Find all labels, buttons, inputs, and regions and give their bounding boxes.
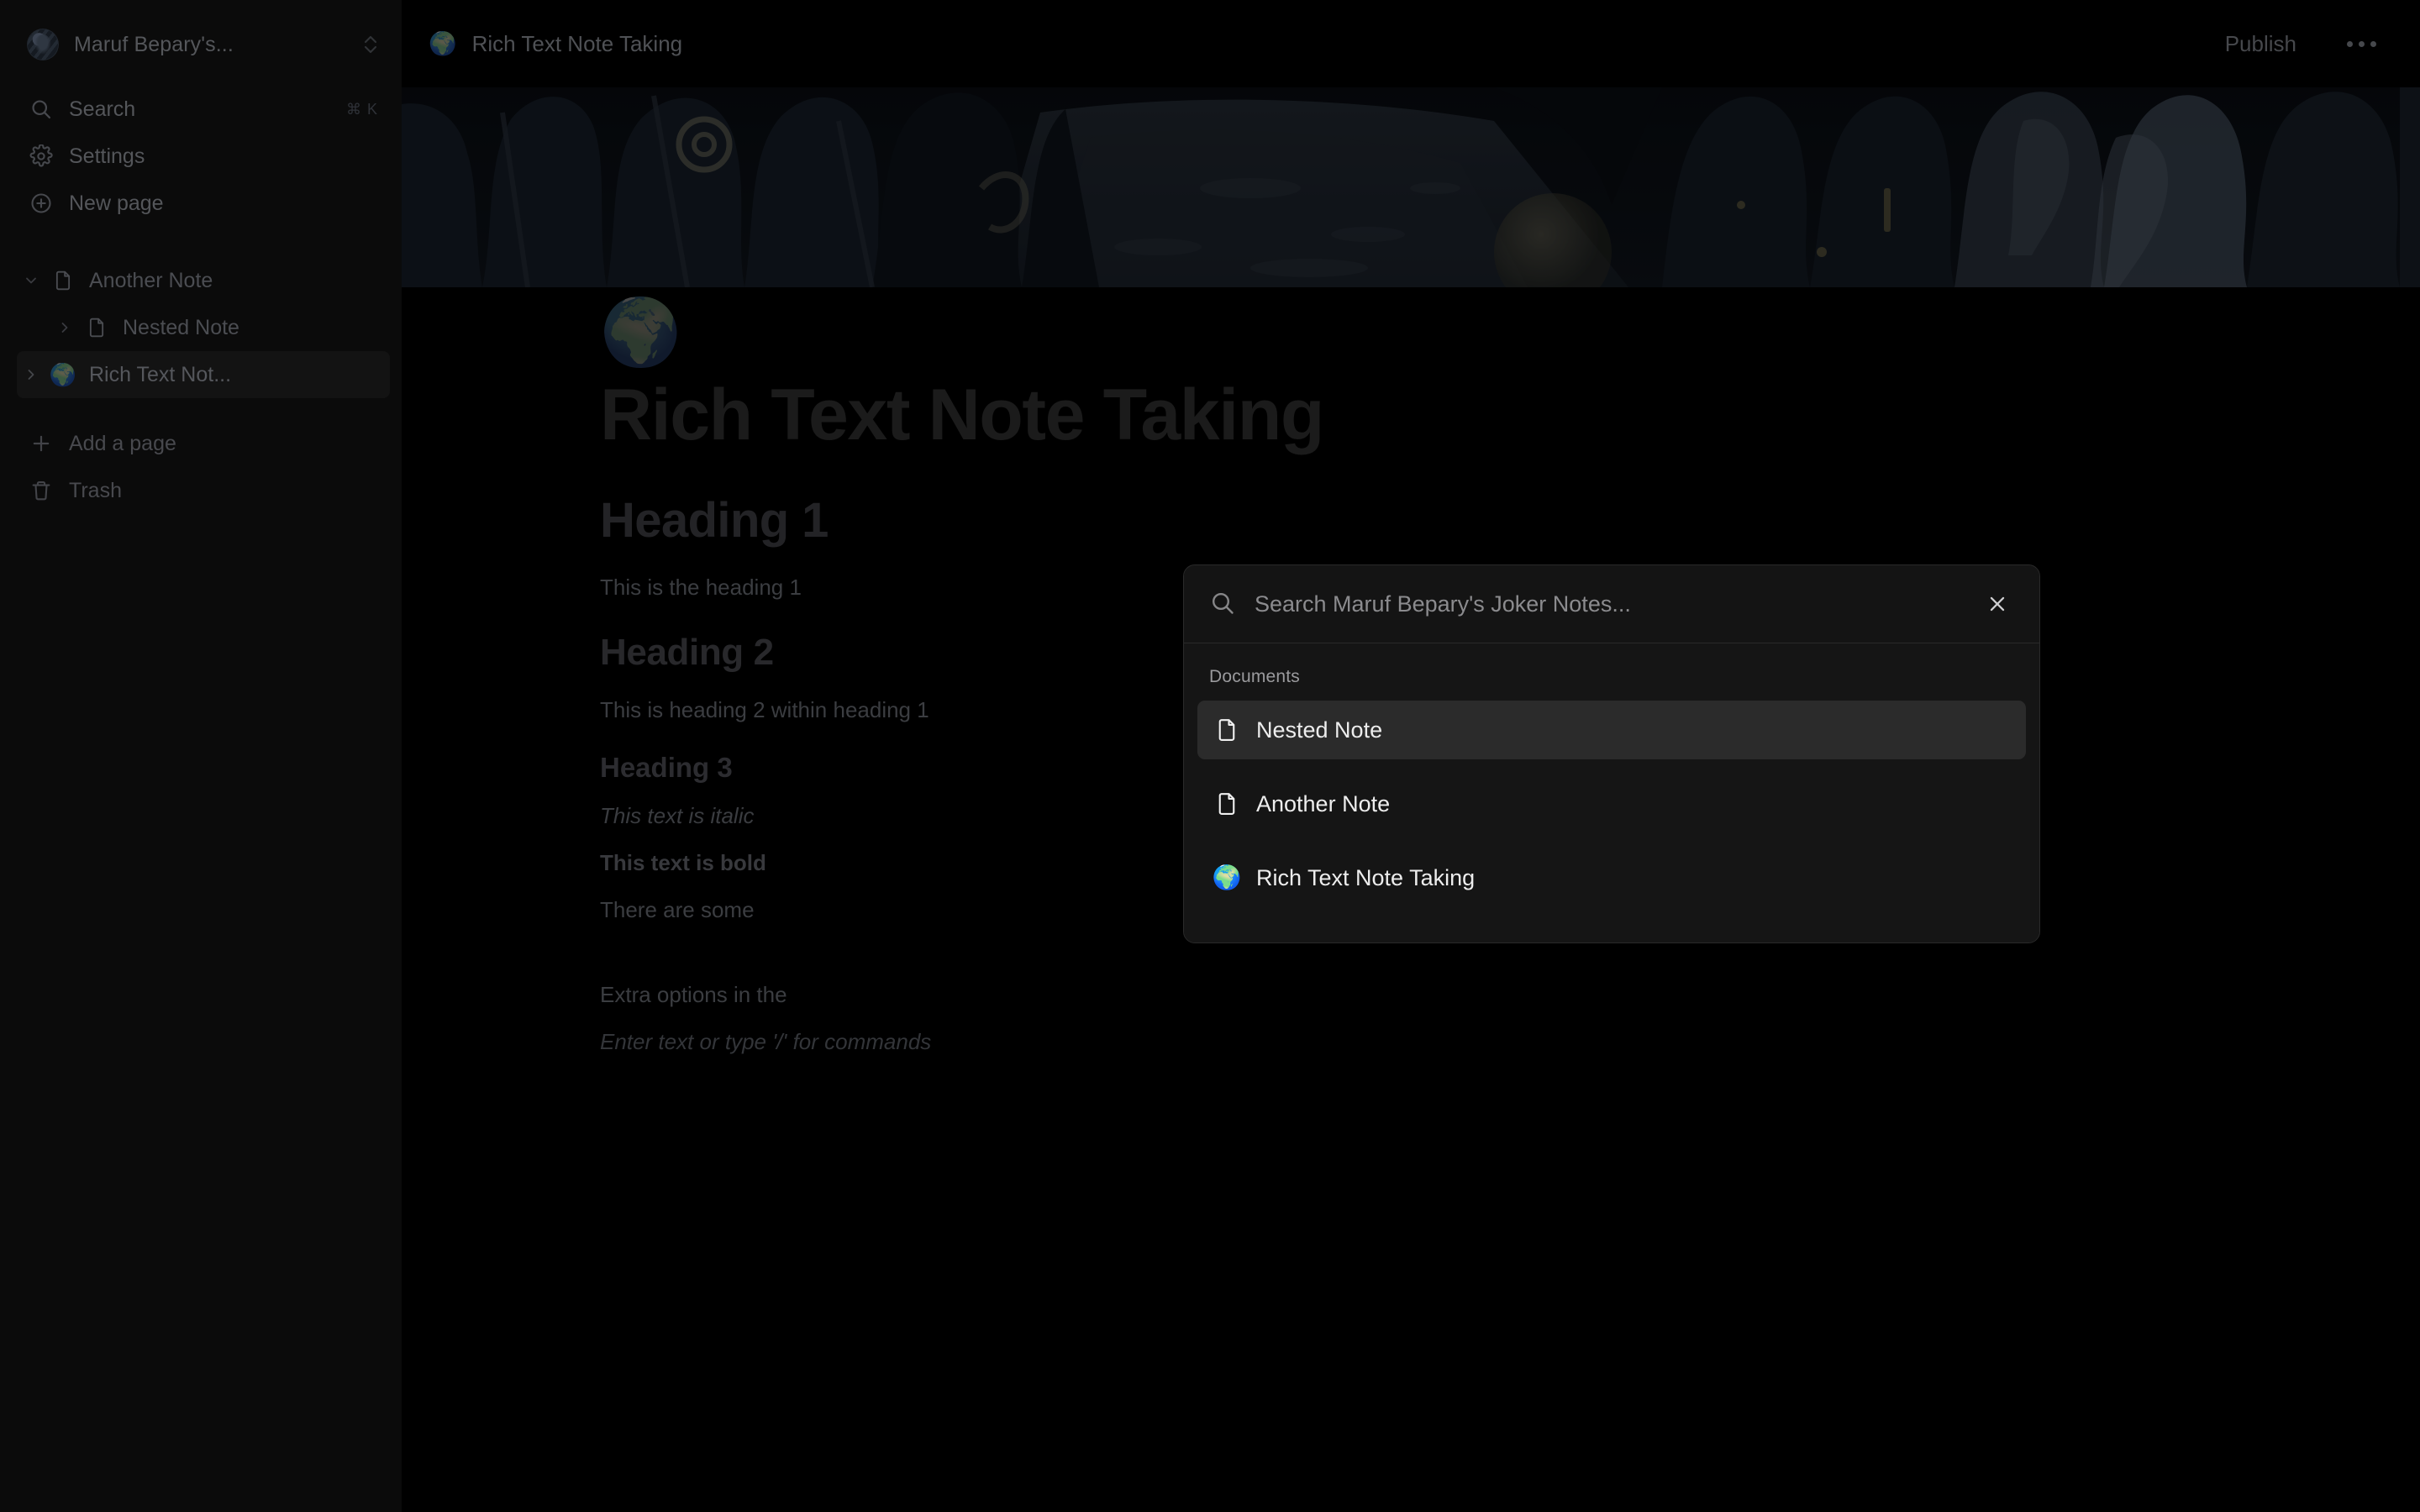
search-results: Documents Nested Note Another Note 🌍 Rich T… [1184, 643, 2039, 942]
sidebar-item-trash[interactable]: Trash [17, 467, 390, 514]
sidebar-item-rich-text-note[interactable]: 🌍 Rich Text Not... [17, 351, 390, 398]
sidebar-item-label: Add a page [69, 431, 176, 455]
sidebar-item-label: Another Note [89, 268, 213, 292]
gear-icon [27, 142, 55, 171]
sidebar-item-settings[interactable]: Settings [17, 133, 390, 180]
page-title[interactable]: Rich Text Note Taking [600, 376, 1709, 454]
sidebar-item-new-page[interactable]: New page [17, 180, 390, 227]
results-list: Nested Note Another Note 🌍 Rich Text Note T… [1197, 701, 2026, 907]
sidebar-item-search[interactable]: Search ⌘ K [17, 86, 390, 133]
file-icon [1213, 716, 1241, 744]
search-result-label: Another Note [1256, 790, 1391, 816]
file-icon [49, 266, 77, 295]
chevron-right-icon[interactable] [50, 313, 79, 342]
app-root: Maruf Bepary's... Search ⌘ K Settings Ne… [0, 0, 2420, 1512]
workspace-switcher[interactable]: Maruf Bepary's... [27, 18, 388, 71]
plus-icon [27, 429, 55, 458]
sidebar-item-label: Search [69, 97, 136, 121]
results-section-label: Documents [1209, 667, 1301, 686]
globe-emoji: 🌍 [49, 362, 77, 387]
chevron-up-down-icon[interactable] [361, 30, 380, 59]
globe-icon: 🌍 [1212, 864, 1242, 892]
sidebar-item-label: New page [69, 191, 164, 215]
globe-icon: 🌍 [49, 360, 77, 389]
page-tree: Another Note Nested Note 🌍 Rich Text Not… [0, 257, 402, 398]
more-horizontal-icon[interactable] [2342, 33, 2381, 55]
document-block[interactable]: Heading 1 [600, 468, 1709, 564]
search-shortcut: ⌘ K [345, 100, 378, 118]
sidebar-item-another-note[interactable]: Another Note [17, 257, 390, 304]
file-icon [82, 313, 111, 342]
sidebar-item-label: Nested Note [123, 315, 239, 339]
search-result-item[interactable]: Nested Note [1197, 701, 2026, 759]
sidebar: Maruf Bepary's... Search ⌘ K Settings Ne… [0, 0, 402, 1512]
sidebar-item-label: Settings [69, 144, 145, 168]
trash-icon [27, 476, 55, 505]
search-dialog: Documents Nested Note Another Note 🌍 Rich T… [1183, 564, 2040, 943]
document-emoji-icon[interactable]: 🌍 [600, 299, 1709, 365]
search-icon [27, 95, 55, 123]
document-block[interactable]: Enter text or type '/' for commands [600, 1018, 1709, 1065]
avatar [27, 29, 59, 60]
plus-circle-icon [27, 189, 55, 218]
add-a-page-button[interactable]: Add a page [17, 420, 390, 467]
breadcrumb: Rich Text Note Taking [471, 30, 683, 56]
search-result-label: Rich Text Note Taking [1256, 864, 1476, 890]
close-icon[interactable] [1979, 585, 2016, 622]
page-emoji-icon: 🌍 [429, 30, 457, 56]
chevron-right-icon[interactable] [17, 360, 45, 389]
file-icon [1213, 790, 1241, 818]
sidebar-nav: Search ⌘ K Settings New page [0, 86, 402, 227]
top-bar-actions: Publish [2217, 24, 2381, 64]
sidebar-item-label: Rich Text Not... [89, 362, 232, 386]
search-icon [1209, 590, 1238, 618]
document-block[interactable]: Extra options in the [600, 971, 1709, 1018]
workspace-name: Maruf Bepary's... [74, 32, 234, 56]
publish-button[interactable]: Publish [2217, 24, 2305, 64]
search-result-item[interactable]: 🌍 Rich Text Note Taking [1197, 848, 2026, 907]
cover-image[interactable] [402, 87, 2420, 287]
top-bar: 🌍 Rich Text Note Taking Publish [402, 0, 2420, 87]
search-input[interactable] [1255, 591, 1979, 617]
sidebar-item-nested-note[interactable]: Nested Note [17, 304, 390, 351]
chevron-down-icon[interactable] [17, 266, 45, 295]
sidebar-item-label: Trash [69, 478, 122, 502]
search-result-label: Nested Note [1256, 717, 1383, 743]
search-result-item[interactable]: Another Note [1197, 774, 2026, 833]
globe-emoji: 🌍 [1212, 864, 1242, 890]
main-content: 🌍 Rich Text Note Taking Publish 🌍 Rich T… [402, 0, 2420, 1512]
search-input-row [1184, 565, 2039, 643]
sidebar-footer: Add a page Trash [0, 420, 402, 514]
